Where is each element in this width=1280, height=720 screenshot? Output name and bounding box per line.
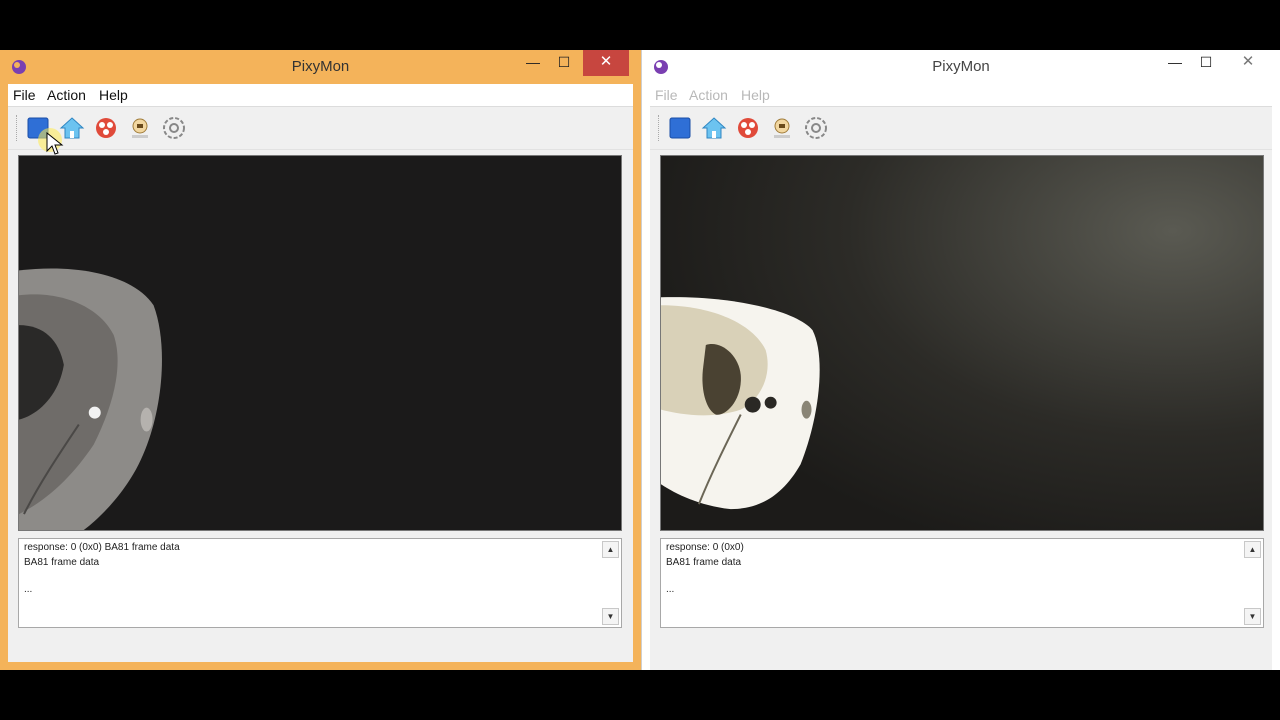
run-pixy-icon[interactable] xyxy=(93,115,119,141)
console-scrollbar[interactable]: ▲ ▼ xyxy=(602,541,619,625)
menu-action[interactable]: Action xyxy=(47,87,86,103)
minimize-button[interactable]: — xyxy=(1160,50,1190,76)
console-line: response: 0 (0x0) BA81 frame data xyxy=(24,542,180,553)
close-button[interactable]: ✕ xyxy=(583,50,629,76)
console-line: response: 0 (0x0) xyxy=(666,542,744,553)
menu-file[interactable]: File xyxy=(655,87,678,103)
default-program-icon[interactable] xyxy=(769,115,795,141)
stop-icon[interactable] xyxy=(667,115,693,141)
title-bar[interactable]: PixyMon — ☐ ✕ xyxy=(642,50,1280,84)
scroll-track[interactable] xyxy=(1244,558,1261,608)
menu-bar: File Action Help xyxy=(650,84,1272,107)
close-button[interactable]: ✕ xyxy=(1225,50,1271,76)
console-log[interactable]: response: 0 (0x0) BA81 frame data BA81 f… xyxy=(18,538,622,628)
letterbox-bottom xyxy=(0,670,1280,720)
camera-video-view[interactable] xyxy=(18,155,622,531)
camera-video-view[interactable] xyxy=(660,155,1264,531)
letterbox-top xyxy=(0,0,1280,50)
console-line: BA81 frame data xyxy=(666,557,742,568)
menu-help[interactable]: Help xyxy=(741,87,770,103)
toolbar-grip xyxy=(16,115,20,141)
minimize-button[interactable]: — xyxy=(518,50,548,76)
default-program-icon[interactable] xyxy=(127,115,153,141)
pixymon-window-left: PixyMon — ☐ ✕ File Action Help response:… xyxy=(0,50,641,670)
scroll-up-icon[interactable]: ▲ xyxy=(1244,541,1261,558)
console-log[interactable]: response: 0 (0x0) BA81 frame data ... ▲ … xyxy=(660,538,1264,628)
title-bar[interactable]: PixyMon — ☐ ✕ xyxy=(0,50,641,84)
settings-icon[interactable] xyxy=(803,115,829,141)
console-line: BA81 frame data xyxy=(24,557,100,568)
pixymon-window-right: PixyMon — ☐ ✕ File Action Help response:… xyxy=(641,50,1280,670)
toolbar xyxy=(8,107,633,150)
console-line: ... xyxy=(666,584,675,595)
console-scrollbar[interactable]: ▲ ▼ xyxy=(1244,541,1261,625)
run-pixy-icon[interactable] xyxy=(735,115,761,141)
scroll-track[interactable] xyxy=(602,558,619,608)
toolbar xyxy=(650,107,1272,150)
mouse-pointer-icon xyxy=(46,132,64,155)
toolbar-grip xyxy=(658,115,662,141)
client-area: File Action Help response: 0 (0x0) BA81 … xyxy=(650,84,1272,670)
scroll-down-icon[interactable]: ▼ xyxy=(1244,608,1261,625)
maximize-button[interactable]: ☐ xyxy=(1191,50,1221,76)
console-line: ... xyxy=(24,584,33,595)
client-area: File Action Help response: 0 (0x0) BA81 … xyxy=(8,84,633,662)
menu-bar: File Action Help xyxy=(8,84,633,107)
menu-help[interactable]: Help xyxy=(99,87,128,103)
home-icon[interactable] xyxy=(701,115,727,141)
scroll-down-icon[interactable]: ▼ xyxy=(602,608,619,625)
settings-icon[interactable] xyxy=(161,115,187,141)
scroll-up-icon[interactable]: ▲ xyxy=(602,541,619,558)
menu-action[interactable]: Action xyxy=(689,87,728,103)
maximize-button[interactable]: ☐ xyxy=(549,50,579,76)
menu-file[interactable]: File xyxy=(13,87,36,103)
